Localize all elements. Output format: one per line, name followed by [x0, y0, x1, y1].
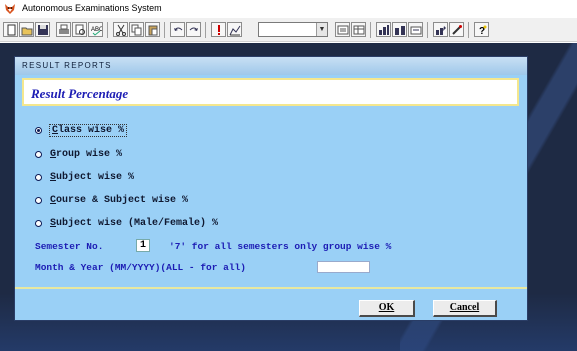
paste-icon[interactable] [145, 22, 160, 37]
query-icon[interactable] [408, 22, 423, 37]
save-icon[interactable] [35, 22, 50, 37]
app-title: Autonomous Examinations System [22, 3, 162, 13]
toolbar: ABC ▼ ? [0, 18, 577, 42]
design-icon[interactable] [433, 22, 448, 37]
undo-icon[interactable] [170, 22, 185, 37]
radio-button[interactable] [35, 126, 42, 134]
title-bar: Autonomous Examinations System [0, 0, 577, 18]
print-preview-icon[interactable] [72, 22, 87, 37]
form-icon[interactable] [335, 22, 350, 37]
help-icon[interactable]: ? [474, 22, 489, 37]
run-icon[interactable] [211, 22, 226, 37]
option-label: Subject wise % [50, 171, 135, 183]
ok-button[interactable]: OK [359, 300, 415, 317]
month-year-label: Month & Year (MM/YYYY)(ALL - for all) [35, 262, 246, 273]
option-class-wise[interactable]: Class wise % [35, 123, 128, 137]
option-label: Course & Subject wise % [50, 194, 189, 206]
toolbar-combo[interactable]: ▼ [258, 22, 328, 37]
dialog-header: RESULT REPORTS [15, 57, 527, 75]
heading-box: Result Percentage [22, 78, 519, 106]
option-label: Subject wise (Male/Female) % [50, 217, 219, 229]
divider [15, 287, 527, 289]
open-icon[interactable] [19, 22, 34, 37]
cancel-button[interactable]: Cancel [433, 300, 497, 317]
chart-icon[interactable] [227, 22, 242, 37]
copy-icon[interactable] [129, 22, 144, 37]
table-icon[interactable] [351, 22, 366, 37]
semester-input[interactable]: 1 [136, 239, 150, 252]
label-icon[interactable] [392, 22, 407, 37]
month-year-input[interactable] [317, 261, 370, 273]
radio-button[interactable] [35, 219, 42, 227]
radio-button[interactable] [35, 150, 42, 158]
option-subject-wise[interactable]: Subject wise % [35, 170, 134, 184]
redo-icon[interactable] [186, 22, 201, 37]
option-label: Group wise % [50, 148, 123, 160]
new-icon[interactable] [3, 22, 18, 37]
report-icon[interactable] [376, 22, 391, 37]
fox-icon [5, 4, 15, 14]
semester-note: '7' for all semesters only group wise % [169, 241, 392, 252]
cut-icon[interactable] [113, 22, 128, 37]
tools-icon[interactable] [449, 22, 464, 37]
option-subject-wise-gender[interactable]: Subject wise (Male/Female) % [35, 216, 218, 230]
workspace: RESULT REPORTS Result Percentage Class w… [0, 43, 577, 351]
semester-label: Semester No. [35, 241, 104, 252]
spell-check-icon[interactable]: ABC [88, 22, 103, 37]
option-label: Class wise % [48, 123, 128, 137]
svg-text:ABC: ABC [91, 27, 102, 33]
option-group-wise[interactable]: Group wise % [35, 147, 122, 161]
print-icon[interactable] [56, 22, 71, 37]
radio-button[interactable] [35, 196, 42, 204]
radio-button[interactable] [35, 173, 42, 181]
result-reports-dialog: RESULT REPORTS Result Percentage Class w… [14, 56, 528, 321]
page-title: Result Percentage [31, 86, 129, 101]
option-course-subject-wise[interactable]: Course & Subject wise % [35, 193, 188, 207]
chevron-down-icon[interactable]: ▼ [316, 23, 327, 36]
dialog-header-title: RESULT REPORTS [22, 61, 112, 70]
